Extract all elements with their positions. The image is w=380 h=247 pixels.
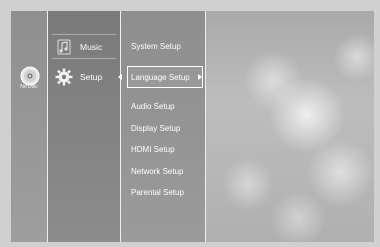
setup-item-language[interactable]: Language Setup — [131, 73, 190, 82]
setup-item-network[interactable]: Network Setup — [131, 167, 183, 176]
divider — [47, 11, 48, 242]
setup-item-parental[interactable]: Parental Setup — [131, 188, 184, 197]
menu-item-music[interactable]: Music — [52, 37, 120, 57]
setup-item-system[interactable]: System Setup — [131, 42, 181, 51]
selection-arrow-icon — [118, 74, 122, 80]
screen: No Disc Music Setup System Setup Languag… — [0, 0, 380, 247]
disc-icon — [20, 66, 40, 86]
menu-item-label: Music — [80, 42, 103, 52]
menu-item-label: Setup — [80, 72, 103, 82]
no-disc-label: No Disc — [20, 84, 38, 90]
chevron-right-icon — [198, 74, 202, 80]
left-status-panel — [11, 11, 47, 242]
divider — [205, 11, 206, 242]
menu-separator — [52, 34, 116, 35]
background-image — [206, 11, 374, 242]
divider — [120, 11, 121, 242]
setup-item-hdmi[interactable]: HDMI Setup — [131, 145, 175, 154]
menu-item-setup[interactable]: Setup — [52, 67, 120, 87]
setup-item-audio[interactable]: Audio Setup — [131, 102, 175, 111]
gear-icon — [54, 67, 74, 87]
music-note-icon — [54, 37, 74, 57]
menu-separator — [52, 58, 116, 59]
setup-item-display[interactable]: Display Setup — [131, 124, 180, 133]
